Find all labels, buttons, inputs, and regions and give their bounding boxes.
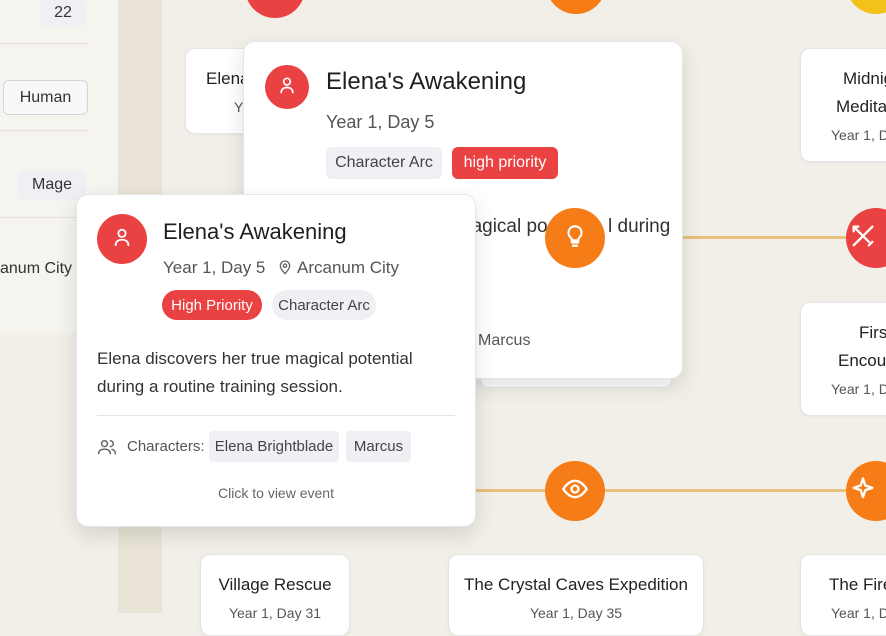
event-card[interactable]: The Crystal Caves Expedition Year 1, Day… bbox=[448, 554, 704, 636]
event-title: Encour bbox=[838, 351, 886, 370]
popup-description: Elena discovers her true magical potenti… bbox=[97, 349, 413, 396]
event-node-yellow[interactable] bbox=[846, 0, 886, 14]
event-node-orange[interactable] bbox=[546, 0, 606, 14]
tag-priority: high priority bbox=[452, 147, 558, 179]
tag-priority: High Priority bbox=[162, 290, 262, 320]
card-description-fragment: l during bbox=[608, 216, 671, 237]
event-date: Year 1, Day 31 bbox=[228, 605, 322, 621]
event-card[interactable]: Firs Encour Year 1, D bbox=[800, 302, 886, 416]
event-node-orange[interactable] bbox=[545, 461, 605, 521]
timeline-connector bbox=[474, 489, 854, 492]
user-icon bbox=[111, 226, 133, 253]
event-date: Year 1, D bbox=[831, 605, 886, 621]
popup-divider bbox=[97, 415, 455, 416]
sidebar-divider bbox=[0, 130, 88, 131]
race-value[interactable]: Human bbox=[3, 80, 88, 115]
popup-footer-hint: Click to view event bbox=[218, 485, 334, 501]
event-node-orange[interactable] bbox=[846, 461, 886, 521]
event-date: Year 1, D bbox=[831, 127, 886, 143]
lightbulb-icon bbox=[562, 223, 588, 254]
timeline-connector bbox=[680, 236, 850, 239]
event-hover-popup[interactable]: Elena's Awakening Year 1, Day 5 Arcanum … bbox=[76, 194, 476, 527]
swords-icon bbox=[849, 222, 877, 255]
character-chip[interactable]: Elena Brightblade bbox=[209, 431, 339, 462]
class-value: Mage bbox=[18, 170, 86, 200]
event-card[interactable]: Midnig Medita Year 1, D bbox=[800, 48, 886, 162]
location-value: anum City bbox=[0, 260, 73, 277]
event-title: The Fire bbox=[829, 575, 886, 594]
avatar bbox=[265, 65, 309, 109]
characters-label: Characters: bbox=[127, 438, 205, 455]
card-title: Elena's Awakening bbox=[326, 68, 527, 95]
event-node-red[interactable] bbox=[846, 208, 886, 268]
event-node-orange[interactable] bbox=[545, 208, 605, 268]
event-date: Year 1, Day 35 bbox=[529, 605, 623, 621]
event-title: Medita bbox=[836, 97, 886, 116]
sidebar-divider bbox=[0, 43, 88, 44]
sidebar-divider bbox=[0, 217, 88, 218]
user-icon bbox=[277, 75, 297, 100]
popup-location: Arcanum City bbox=[297, 258, 400, 277]
avatar bbox=[97, 214, 147, 264]
map-pin-icon bbox=[277, 259, 293, 280]
popup-date: Year 1, Day 5 bbox=[163, 258, 266, 277]
eye-icon bbox=[561, 475, 589, 508]
character-name: Marcus bbox=[478, 332, 531, 349]
tag-type: Character Arc bbox=[272, 290, 376, 320]
event-title: Midnig bbox=[843, 69, 886, 88]
card-date: Year 1, Day 5 bbox=[326, 112, 435, 132]
users-icon bbox=[97, 437, 117, 462]
tag-type: Character Arc bbox=[326, 147, 442, 179]
event-title: Firs bbox=[859, 323, 886, 342]
event-card[interactable]: Village Rescue Year 1, Day 31 bbox=[200, 554, 350, 636]
event-node-red[interactable] bbox=[245, 0, 305, 18]
event-title: Village Rescue bbox=[218, 575, 332, 594]
sparkle-icon bbox=[849, 475, 877, 508]
character-chip[interactable]: Marcus bbox=[346, 431, 411, 462]
event-card[interactable]: The Fire Year 1, D bbox=[800, 554, 886, 636]
event-title: The Crystal Caves Expedition bbox=[464, 575, 688, 594]
popup-title: Elena's Awakening bbox=[163, 219, 347, 244]
event-date: Year 1, D bbox=[831, 381, 886, 397]
age-value: 22 bbox=[40, 0, 86, 26]
